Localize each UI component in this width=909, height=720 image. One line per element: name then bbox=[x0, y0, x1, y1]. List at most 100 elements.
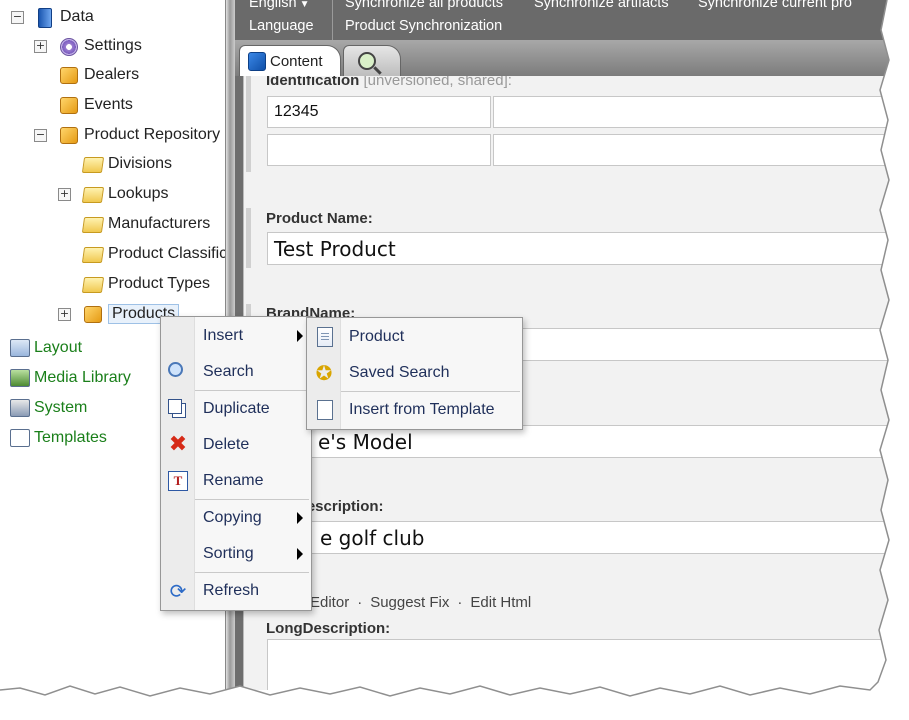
refresh-icon: ⟳ bbox=[169, 579, 187, 603]
tree-item-label: Events bbox=[84, 96, 133, 113]
menu-item-label: Rename bbox=[203, 472, 264, 489]
submenu-item-insert-from-template[interactable]: Insert from Template bbox=[307, 392, 522, 428]
submenu-arrow-icon bbox=[297, 512, 303, 524]
submenu-item-product[interactable]: Product bbox=[307, 319, 522, 355]
tree-item-label: Layout bbox=[34, 339, 83, 356]
document-icon bbox=[317, 327, 333, 347]
product-sync-group-label: Product Synchronization bbox=[345, 18, 503, 34]
language-value: English bbox=[249, 0, 297, 11]
language-group-label: Language bbox=[249, 18, 314, 34]
tree-item-settings[interactable]: Settings bbox=[58, 34, 142, 58]
system-icon bbox=[10, 399, 30, 417]
settings-icon bbox=[58, 36, 78, 56]
content-cube-icon bbox=[248, 51, 266, 71]
tree-item-lookups[interactable]: Lookups bbox=[81, 182, 169, 206]
tree-item-product-classifications[interactable]: Product Classific bbox=[81, 242, 227, 266]
context-menu: Insert Search Duplicate ✖ Delete T Renam… bbox=[160, 316, 312, 611]
expand-products-toggle[interactable]: + bbox=[58, 308, 71, 321]
menu-item-label: Saved Search bbox=[349, 364, 450, 381]
tree-item-divisions[interactable]: Divisions bbox=[81, 152, 172, 176]
tree-item-label: Product Types bbox=[108, 275, 210, 292]
menu-item-label: Copying bbox=[203, 509, 262, 526]
menu-item-duplicate[interactable]: Duplicate bbox=[161, 391, 311, 427]
identification-input-3[interactable] bbox=[267, 134, 491, 166]
folder-icon bbox=[81, 184, 105, 204]
tree-item-product-repository[interactable]: Product Repository bbox=[58, 123, 220, 147]
saved-search-icon: ✪ bbox=[315, 361, 333, 385]
tree-item-layout[interactable]: Layout bbox=[10, 336, 82, 360]
tree-item-templates[interactable]: Templates bbox=[10, 426, 107, 450]
tree-item-label: Product Repository bbox=[84, 126, 221, 143]
language-dropdown[interactable]: English ▼ bbox=[249, 0, 309, 11]
menu-item-label: Insert from Template bbox=[349, 401, 495, 418]
editor-link[interactable]: Editor bbox=[310, 594, 349, 611]
collapse-data-toggle[interactable]: − bbox=[11, 11, 24, 24]
insert-submenu: Product ✪ Saved Search Insert from Templ… bbox=[306, 317, 523, 430]
field-marker bbox=[246, 208, 251, 268]
menu-item-refresh[interactable]: ⟳ Refresh bbox=[161, 573, 311, 609]
tree-item-label: Lookups bbox=[108, 185, 169, 202]
expand-lookups-toggle[interactable]: + bbox=[58, 188, 71, 201]
sync-current-product-button[interactable]: Synchronize current pro bbox=[698, 0, 852, 11]
product-name-label: Product Name: bbox=[266, 210, 373, 227]
tree-item-system[interactable]: System bbox=[10, 396, 87, 420]
long-description-editor[interactable] bbox=[267, 639, 909, 690]
ribbon-toolbar: English ▼ Synchronize all products Synchr… bbox=[235, 0, 909, 40]
templates-icon bbox=[10, 429, 30, 447]
suggest-fix-link[interactable]: Suggest Fix bbox=[370, 594, 449, 611]
folder-icon bbox=[81, 154, 105, 174]
expand-settings-toggle[interactable]: + bbox=[34, 40, 47, 53]
menu-item-sorting[interactable]: Sorting bbox=[161, 536, 311, 572]
menu-item-insert[interactable]: Insert bbox=[161, 318, 311, 354]
menu-item-label: Refresh bbox=[203, 582, 260, 599]
product-name-input[interactable]: Test Product bbox=[267, 232, 909, 265]
package-icon bbox=[58, 125, 78, 145]
folder-icon bbox=[81, 214, 105, 234]
sync-artifacts-button[interactable]: Synchronize artifacts bbox=[534, 0, 669, 11]
blank-document-icon bbox=[317, 400, 333, 420]
tree-item-dealers[interactable]: Dealers bbox=[58, 63, 139, 87]
tree-item-events[interactable]: Events bbox=[58, 93, 133, 117]
menu-item-label: Sorting bbox=[203, 545, 254, 562]
collapse-product-repository-toggle[interactable]: − bbox=[34, 129, 47, 142]
field-marker bbox=[246, 76, 251, 172]
identification-label: Identification [unversioned, shared]: bbox=[266, 76, 512, 89]
package-icon bbox=[58, 95, 78, 115]
tab-content[interactable]: Content bbox=[239, 45, 341, 76]
submenu-arrow-icon bbox=[297, 330, 303, 342]
menu-item-label: Search bbox=[203, 363, 254, 380]
tree-item-manufacturers[interactable]: Manufacturers bbox=[81, 212, 210, 236]
tree-item-product-types[interactable]: Product Types bbox=[81, 272, 210, 296]
submenu-item-saved-search[interactable]: ✪ Saved Search bbox=[307, 355, 522, 391]
tree-item-label: System bbox=[34, 399, 88, 416]
description-input[interactable]: e golf club bbox=[267, 521, 909, 554]
dropdown-arrow-icon: ▼ bbox=[299, 0, 310, 10]
tree-item-media-library[interactable]: Media Library bbox=[10, 366, 131, 390]
menu-item-delete[interactable]: ✖ Delete bbox=[161, 427, 311, 463]
tree-item-label: Media Library bbox=[34, 369, 131, 386]
menu-item-rename[interactable]: T Rename bbox=[161, 463, 311, 499]
identification-input[interactable]: 12345 bbox=[267, 96, 491, 128]
link-separator: · bbox=[357, 594, 363, 611]
menu-item-label: Insert bbox=[203, 327, 244, 344]
database-icon bbox=[34, 7, 54, 28]
identification-input-4[interactable] bbox=[493, 134, 909, 166]
tree-item-label: Dealers bbox=[84, 66, 140, 83]
menu-item-copying[interactable]: Copying bbox=[161, 500, 311, 536]
sync-all-products-button[interactable]: Synchronize all products bbox=[345, 0, 503, 11]
tab-content-label: Content bbox=[270, 52, 323, 70]
menu-item-search[interactable]: Search bbox=[161, 354, 311, 390]
tab-search[interactable] bbox=[343, 45, 401, 76]
layout-icon bbox=[10, 339, 30, 357]
tree-item-label: Templates bbox=[34, 429, 107, 446]
media-library-icon bbox=[10, 369, 30, 387]
duplicate-icon bbox=[168, 399, 182, 414]
tree-item-data[interactable]: Data bbox=[34, 5, 94, 29]
identification-input-2[interactable] bbox=[493, 96, 909, 128]
package-icon bbox=[58, 65, 78, 85]
edit-html-link[interactable]: Edit Html bbox=[470, 594, 531, 611]
menu-item-label: Delete bbox=[203, 436, 250, 453]
delete-icon: ✖ bbox=[168, 432, 188, 457]
tree-item-label: Data bbox=[60, 8, 94, 25]
identification-note: [unversioned, shared]: bbox=[363, 76, 512, 89]
